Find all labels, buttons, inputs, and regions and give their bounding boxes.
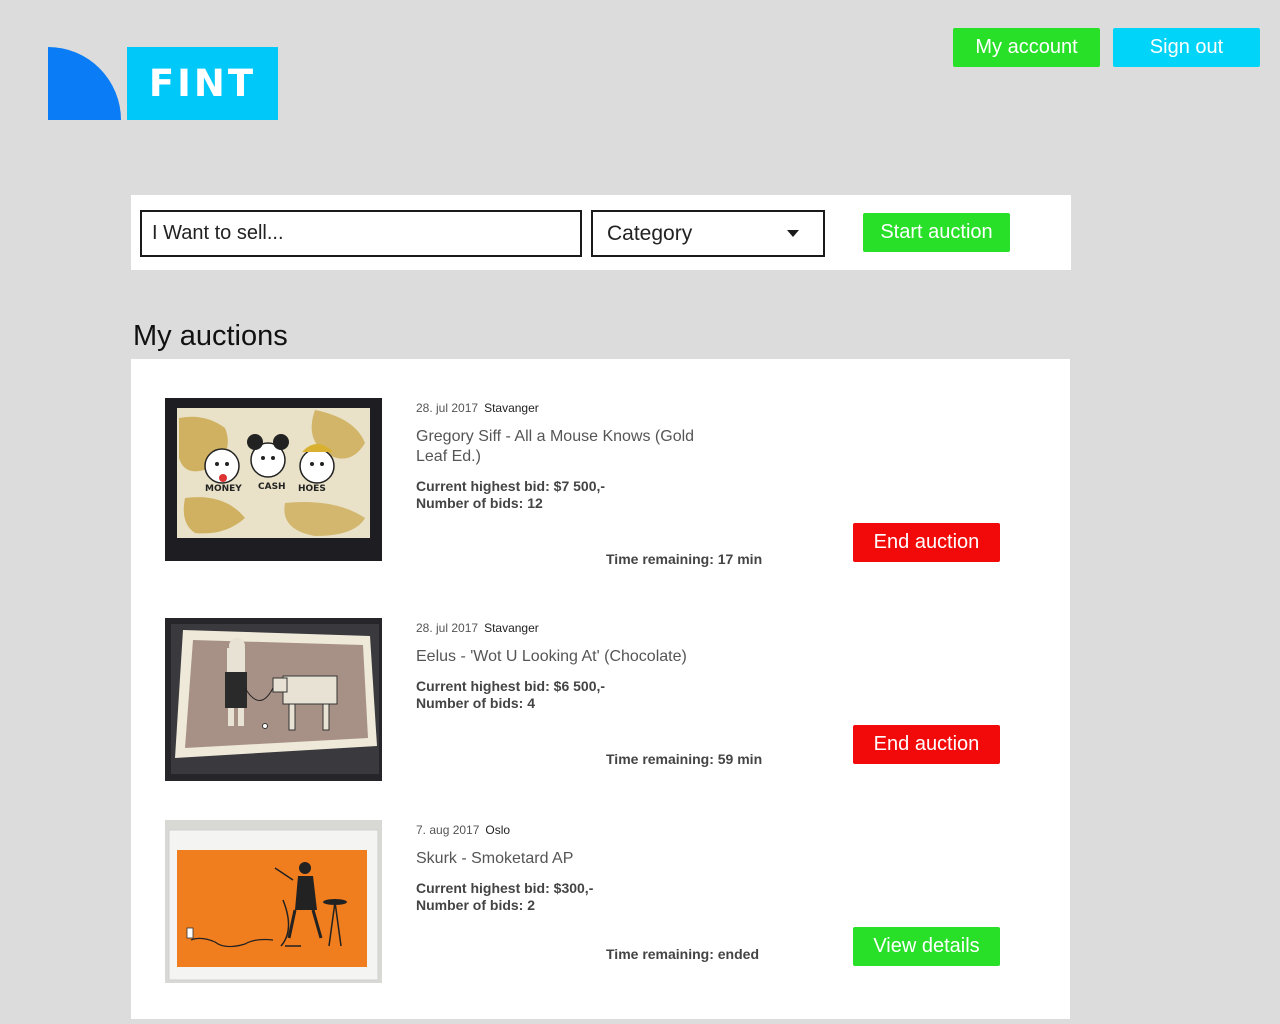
- category-select-label: Category: [607, 221, 693, 245]
- auction-title[interactable]: Eelus - 'Wot U Looking At' (Chocolate): [416, 647, 706, 667]
- auction-meta: 28. jul 2017 Stavanger: [416, 401, 539, 415]
- time-remaining: Time remaining: 17 min: [606, 551, 763, 567]
- auction-item: 7. aug 2017 Oslo Skurk - Smoketard AP Cur…: [131, 781, 1070, 983]
- auction-date: 28. jul 2017: [416, 621, 479, 635]
- artwork-thumbnail[interactable]: [165, 618, 382, 781]
- logo-wordmark: FINT: [127, 47, 278, 120]
- time-remaining: Time remaining: ended: [606, 946, 759, 962]
- thumb-label-money: MONEY: [205, 484, 242, 494]
- auction-meta: 7. aug 2017 Oslo: [416, 823, 510, 837]
- current-bid: Current highest bid: $6 500,-: [416, 678, 606, 694]
- auction-item: MONEY CASH HOES 28. jul 2017 Stavanger Gr…: [131, 359, 1070, 567]
- bid-count: Number of bids: 12: [416, 495, 543, 511]
- end-auction-button[interactable]: End auction: [853, 523, 1000, 562]
- current-bid: Current highest bid: $300,-: [416, 880, 594, 896]
- auction-meta: 28. jul 2017 Stavanger: [416, 621, 539, 635]
- artwork-image: [165, 820, 382, 983]
- my-account-button[interactable]: My account: [953, 28, 1100, 67]
- auction-item: 28. jul 2017 Stavanger Eelus - 'Wot U Loo…: [131, 579, 1070, 781]
- time-remaining: Time remaining: 59 min: [606, 751, 763, 767]
- artwork-image: MONEY CASH HOES: [165, 398, 382, 561]
- section-title: My auctions: [133, 320, 288, 352]
- auctions-panel: MONEY CASH HOES 28. jul 2017 Stavanger Gr…: [131, 359, 1070, 1019]
- artwork-image: [165, 618, 382, 781]
- auction-title[interactable]: Skurk - Smoketard AP: [416, 849, 706, 869]
- sell-item-input[interactable]: I Want to sell...: [140, 210, 582, 257]
- sell-panel: I Want to sell... Category Start auction: [131, 195, 1071, 270]
- artwork-thumbnail[interactable]: MONEY CASH HOES: [165, 398, 382, 561]
- view-details-button[interactable]: View details: [853, 927, 1000, 966]
- caret-down-icon: [787, 230, 799, 237]
- page: FINT My account Sign out I Want to sell.…: [0, 0, 1280, 1024]
- logo-quarter-circle-icon: [48, 47, 121, 120]
- thumb-label-hoes: HOES: [298, 484, 326, 494]
- auction-date: 7. aug 2017: [416, 823, 480, 837]
- fint-logo[interactable]: FINT: [48, 47, 278, 120]
- category-select[interactable]: Category: [591, 210, 825, 257]
- sign-out-button[interactable]: Sign out: [1113, 28, 1260, 67]
- start-auction-button[interactable]: Start auction: [863, 213, 1010, 252]
- auction-title[interactable]: Gregory Siff - All a Mouse Knows (Gold L…: [416, 427, 706, 467]
- auction-city: Stavanger: [484, 621, 539, 635]
- bid-count: Number of bids: 2: [416, 897, 536, 913]
- auction-city: Oslo: [485, 823, 511, 837]
- artwork-thumbnail[interactable]: [165, 820, 382, 983]
- end-auction-button[interactable]: End auction: [853, 725, 1000, 764]
- thumb-label-cash: CASH: [258, 482, 286, 492]
- current-bid: Current highest bid: $7 500,-: [416, 478, 606, 494]
- auction-city: Stavanger: [484, 401, 539, 415]
- auction-date: 28. jul 2017: [416, 401, 479, 415]
- bid-count: Number of bids: 4: [416, 695, 536, 711]
